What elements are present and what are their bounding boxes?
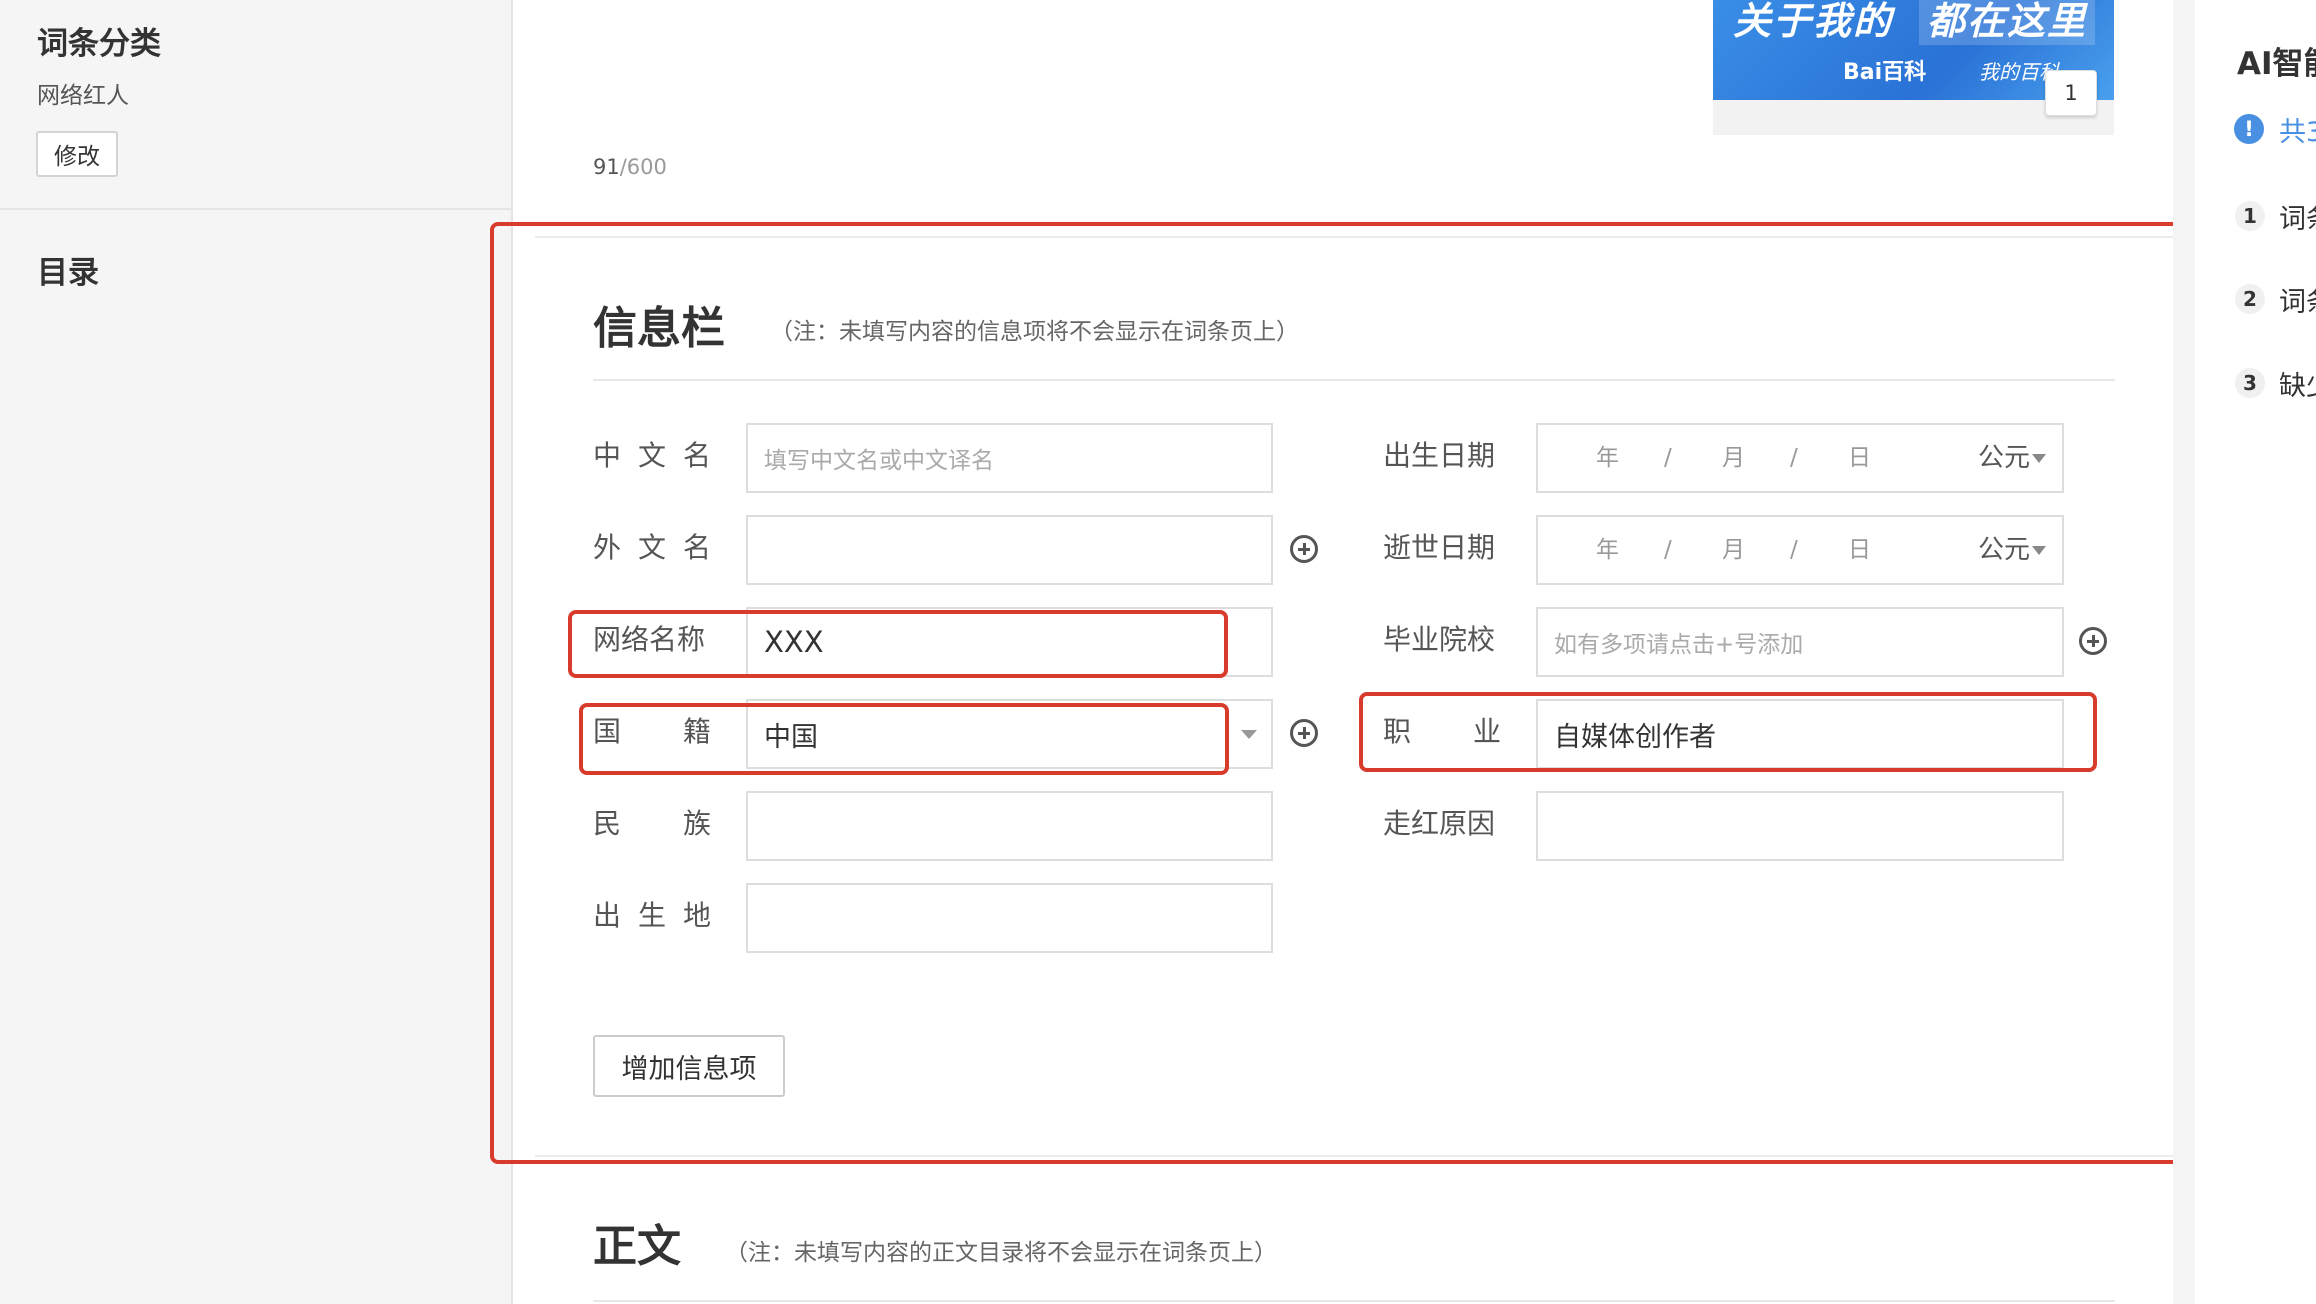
chinese-name-label: 中 文 名 [593,434,711,478]
ai-item[interactable]: 词条 [2279,197,2316,236]
death-date-input[interactable]: 年 / 月 / 日 公元 [1536,515,2064,585]
birth-date-label: 出生日期 [1383,439,1496,472]
body-title: 正文 [593,1221,681,1272]
nationality-label: 国 籍 [593,710,711,754]
occupation-input[interactable]: 自媒体创作者 [1536,699,2064,769]
add-foreign-name-plus-icon[interactable] [1290,535,1318,563]
label-char: 名 [682,439,711,472]
foreign-name-label: 外 文 名 [593,526,711,570]
ai-item-number: 2 [2235,284,2265,314]
toc-title: 目录 [37,255,99,291]
ai-summary-link[interactable]: 共3 [2279,110,2316,149]
birth-month: 月 [1722,445,1745,471]
ai-item[interactable]: 缺少 [2279,364,2316,403]
left-sidebar: 词条分类 网络红人 修改 目录 [0,0,513,1304]
image-count-badge: 1 [2045,70,2097,116]
death-year: 年 [1596,537,1619,563]
death-month: 月 [1722,537,1745,563]
infobox-divider [593,379,2115,381]
birth-year: 年 [1596,445,1619,471]
foreign-name-input[interactable] [746,515,1273,585]
era-select[interactable]: 公元 [1978,425,2046,491]
edit-category-button[interactable]: 修改 [36,131,118,177]
era-value: 公元 [1977,443,2030,473]
ai-item-number: 1 [2235,201,2265,231]
birth-day: 日 [1848,445,1871,471]
chevron-down-icon[interactable] [1241,730,1257,739]
char-count-current: 91 [593,155,620,179]
body-divider [593,1300,2115,1302]
ethnicity-input[interactable] [746,791,1273,861]
school-label: 毕业院校 [1383,623,1496,656]
label-char: 文 [637,531,666,564]
baike-logo: Bai百科 [1843,60,1927,85]
label-char: 文 [637,439,666,472]
panel-gap [2173,0,2195,1304]
online-name-label: 网络名称 [593,623,706,656]
online-name-input[interactable]: XXX [746,607,1273,677]
chinese-name-placeholder: 填写中文名或中文译名 [764,448,994,474]
chinese-name-input[interactable]: 填写中文名或中文译名 [746,423,1273,493]
infobox-note: （注：未填写内容的信息项将不会显示在词条页上） [770,319,1299,345]
date-separator: / [1664,445,1672,471]
occupation-value: 自媒体创作者 [1554,721,1716,753]
label-char: 国 [593,715,622,748]
infobox-title: 信息栏 [593,303,725,354]
school-input[interactable]: 如有多项请点击+号添加 [1536,607,2064,677]
era-value: 公元 [1977,535,2030,565]
school-placeholder: 如有多项请点击+号添加 [1554,632,1804,658]
section-divider [535,236,2173,238]
label-char: 地 [682,899,711,932]
fame-reason-input[interactable] [1536,791,2064,861]
nationality-select[interactable]: 中国 [746,699,1273,769]
date-separator: / [1664,537,1672,563]
death-day: 日 [1848,537,1871,563]
label-char: 名 [682,531,711,564]
era-select[interactable]: 公元 [1978,517,2046,583]
sidebar-divider [0,208,511,210]
ethnicity-label: 民 族 [593,802,711,846]
ai-item[interactable]: 词条 [2279,280,2316,319]
chevron-down-icon [2032,546,2046,555]
char-count: 91/600 [593,155,667,179]
birthplace-label: 出 生 地 [593,894,711,938]
nationality-value: 中国 [764,721,818,753]
add-school-plus-icon[interactable] [2079,627,2107,655]
label-char: 籍 [682,715,711,748]
category-value: 网络红人 [37,83,129,109]
ai-item-number: 3 [2235,368,2265,398]
add-nationality-plus-icon[interactable] [1290,719,1318,747]
date-separator: / [1790,445,1798,471]
birth-date-input[interactable]: 年 / 月 / 日 公元 [1536,423,2064,493]
online-name-value: XXX [764,625,824,659]
birthplace-input[interactable] [746,883,1273,953]
label-char: 出 [593,899,622,932]
body-note: （注：未填写内容的正文目录将不会显示在词条页上） [725,1240,1277,1266]
label-char: 中 [593,439,622,472]
ai-panel-title: AI智能 [2237,46,2316,82]
category-title: 词条分类 [37,26,161,62]
label-char: 民 [593,807,622,840]
banner-text: 都在这里 [1919,0,2096,45]
banner-text: 关于我的 [1733,0,1894,43]
add-info-item-button[interactable]: 增加信息项 [593,1035,785,1097]
char-count-max: /600 [619,155,667,179]
section-divider [535,1155,2173,1157]
occupation-label: 职 业 [1383,710,1501,754]
ai-panel [2195,0,2316,1304]
chevron-down-icon [2032,454,2046,463]
alert-icon: ! [2234,114,2264,144]
label-char: 业 [1472,715,1501,748]
fame-reason-label: 走红原因 [1383,807,1496,840]
label-char: 职 [1383,715,1412,748]
label-char: 外 [593,531,622,564]
label-char: 族 [682,807,711,840]
death-date-label: 逝世日期 [1383,531,1496,564]
label-char: 生 [637,899,666,932]
date-separator: / [1790,537,1798,563]
